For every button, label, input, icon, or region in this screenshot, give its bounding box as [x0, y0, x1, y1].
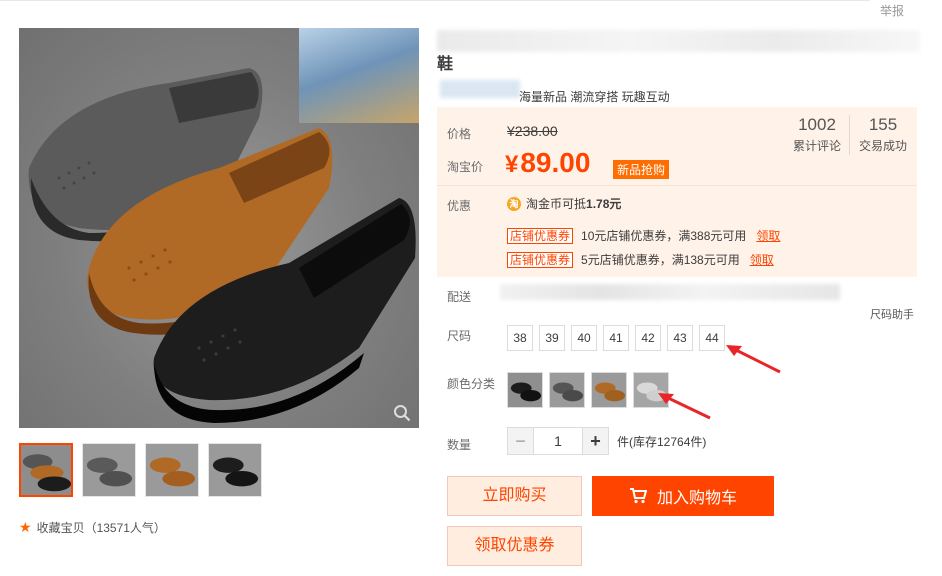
- shipping-label: 配送: [447, 290, 472, 304]
- coupon-tag: 店铺优惠券: [507, 251, 574, 268]
- stat-divider: [849, 115, 850, 155]
- color-option-black[interactable]: [507, 372, 543, 408]
- color-label: 颜色分类: [447, 377, 496, 391]
- annotation-arrow-icon: [726, 345, 781, 374]
- shoes-illustration: [28, 68, 416, 423]
- new-product-badge: 新品抢购: [613, 160, 670, 179]
- size-option[interactable]: 41: [603, 325, 629, 351]
- coupon-text: 10元店铺优惠券，满388元可用: [581, 229, 747, 243]
- size-option[interactable]: 43: [667, 325, 693, 351]
- size-option[interactable]: 44: [699, 325, 725, 351]
- favorite-text: 收藏宝贝（13571人气）: [36, 521, 166, 535]
- product-title: 鞋: [437, 56, 454, 73]
- size-helper-link[interactable]: 尺码助手: [870, 306, 914, 322]
- main-product-image[interactable]: [19, 28, 419, 428]
- size-option[interactable]: 42: [635, 325, 661, 351]
- color-option-grey[interactable]: [549, 372, 585, 408]
- size-option[interactable]: 38: [507, 325, 533, 351]
- buy-now-button[interactable]: 立即购买: [447, 476, 582, 516]
- stock-text: 件(库存12764件): [617, 434, 707, 449]
- promo-label: 优惠: [447, 199, 472, 213]
- review-count-label: 累计评论: [792, 139, 841, 153]
- shipping-redacted: [500, 284, 840, 300]
- coupon-row-1: 店铺优惠券 10元店铺优惠券，满388元可用 领取: [507, 227, 780, 244]
- price-divider: [437, 185, 917, 186]
- product-subtitle: 海量新品 潮流穿搭 玩趣互动: [519, 90, 670, 104]
- quantity-stepper: − 1 + 件(库存12764件): [507, 427, 706, 455]
- coin-deduction: 淘 淘金币可抵 1.78元: [507, 195, 621, 212]
- zoom-icon[interactable]: [393, 404, 411, 422]
- current-price: ¥89.00: [505, 147, 590, 179]
- currency-symbol: ¥: [505, 151, 519, 178]
- coupon-tag: 店铺优惠券: [507, 227, 574, 244]
- current-price-label: 淘宝价: [447, 160, 484, 174]
- size-option[interactable]: 39: [539, 325, 565, 351]
- thumbnail-strip: [19, 443, 262, 497]
- size-option[interactable]: 40: [571, 325, 597, 351]
- color-option-brown[interactable]: [591, 372, 627, 408]
- price-panel: 价格 ¥238.00 淘宝价 ¥89.00 新品抢购 1002 累计评论 155…: [437, 107, 917, 277]
- product-detail-page: 举报 ★ 收藏宝贝（13571人气） 鞋 海量新品 潮流穿搭 玩趣互动 价格 ¥…: [0, 0, 942, 576]
- taojinbi-icon: 淘: [507, 196, 521, 211]
- coin-amount: 1.78元: [586, 197, 622, 211]
- report-link[interactable]: 举报: [880, 2, 904, 19]
- size-label: 尺码: [447, 329, 472, 343]
- sales-count[interactable]: 155 交易成功: [855, 115, 911, 154]
- claim-coupon-button[interactable]: 领取优惠券: [447, 526, 582, 566]
- add-to-cart-label: 加入购物车: [656, 490, 737, 507]
- coupon-text: 5元店铺优惠券，满138元可用: [581, 253, 740, 267]
- review-count-number: 1002: [798, 115, 836, 134]
- size-options: 38 39 40 41 42 43 44: [507, 325, 725, 351]
- coin-prefix: 淘金币可抵: [526, 197, 587, 211]
- title-redacted: [437, 30, 920, 52]
- decrease-button[interactable]: −: [507, 427, 534, 455]
- top-divider: [0, 0, 870, 1]
- thumbnail-2[interactable]: [82, 443, 136, 497]
- claim-coupon-link[interactable]: 领取: [750, 251, 774, 268]
- current-price-value: 89.00: [520, 147, 591, 178]
- color-options: [507, 372, 669, 408]
- original-price: ¥238.00: [507, 123, 558, 139]
- thumbnail-4[interactable]: [208, 443, 262, 497]
- cart-icon: [629, 488, 647, 504]
- sales-count-number: 155: [868, 115, 898, 134]
- original-price-label: 价格: [447, 127, 472, 141]
- star-icon: ★: [19, 519, 32, 535]
- quantity-input[interactable]: 1: [534, 427, 582, 455]
- increase-button[interactable]: +: [582, 427, 609, 455]
- thumbnail-1[interactable]: [19, 443, 73, 497]
- coupon-row-2: 店铺优惠券 5元店铺优惠券，满138元可用 领取: [507, 251, 774, 268]
- favorite-button[interactable]: ★ 收藏宝贝（13571人气）: [19, 519, 166, 536]
- review-count[interactable]: 1002 累计评论: [787, 115, 847, 154]
- claim-coupon-link[interactable]: 领取: [756, 227, 780, 244]
- thumbnail-3[interactable]: [145, 443, 199, 497]
- add-to-cart-button[interactable]: 加入购物车: [592, 476, 774, 516]
- color-option-light[interactable]: [633, 372, 669, 408]
- sales-count-label: 交易成功: [858, 139, 907, 153]
- quantity-label: 数量: [447, 438, 472, 452]
